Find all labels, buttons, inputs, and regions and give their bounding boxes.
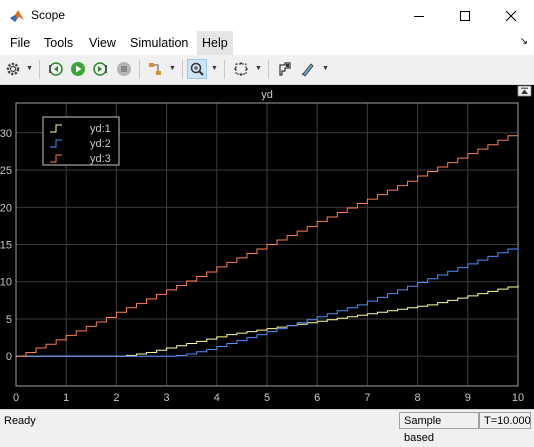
toolbar-separator	[182, 60, 183, 79]
chart-title: yd	[261, 89, 273, 101]
menu-simulation[interactable]: Simulation	[125, 31, 193, 55]
menu-view[interactable]: View	[84, 31, 121, 55]
minimize-icon	[414, 15, 424, 17]
stop-button[interactable]	[114, 59, 134, 79]
chevron-down-icon[interactable]: ▼	[169, 65, 176, 72]
x-tick-label: 1	[63, 392, 69, 404]
style-icon	[301, 63, 314, 77]
legend: yd:1 yd:2 yd:3	[42, 116, 120, 166]
chevron-down-icon[interactable]: ▼	[26, 65, 33, 72]
style-button[interactable]	[298, 59, 318, 79]
toolbar: ▼ ▼ ▼ ▼ ▼	[0, 55, 534, 85]
stop-icon	[117, 62, 131, 76]
simulation-time-indicator: T=10.000	[479, 412, 531, 429]
menu-bar: File Tools View Simulation Help ↘	[0, 31, 534, 55]
run-button[interactable]	[68, 59, 88, 79]
toolbar-separator	[224, 60, 225, 79]
window-title: Scope	[31, 8, 66, 22]
legend-label: yd:3	[90, 153, 111, 165]
legend-label: yd:1	[90, 123, 111, 135]
fit-to-view-button[interactable]	[231, 59, 251, 79]
highlight-icon	[149, 63, 161, 75]
legend-label: yd:2	[90, 138, 111, 150]
cursor-measurements-button[interactable]	[275, 59, 295, 79]
chevron-down-icon[interactable]: ▼	[255, 65, 262, 72]
x-tick-label: 4	[214, 392, 220, 404]
y-tick-label: 5	[6, 314, 12, 326]
highlight-signal-button[interactable]	[145, 59, 165, 79]
x-tick-label: 10	[512, 392, 524, 404]
chevron-down-icon[interactable]: ▼	[211, 65, 218, 72]
y-tick-label: 20	[0, 202, 12, 214]
run-icon	[71, 62, 85, 76]
x-tick-label: 5	[264, 392, 270, 404]
toolbar-separator	[139, 60, 140, 79]
status-bar: Ready Sample based T=10.000	[0, 409, 534, 444]
menu-tools[interactable]: Tools	[39, 31, 78, 55]
maximize-icon	[460, 10, 470, 21]
x-tick-label: 3	[164, 392, 170, 404]
matlab-logo-icon	[10, 10, 24, 22]
menu-file[interactable]: File	[5, 31, 35, 55]
title-bar: Scope	[0, 0, 534, 31]
x-tick-label: 7	[364, 392, 370, 404]
y-tick-label: 0	[6, 351, 12, 363]
y-tick-label: 30	[0, 128, 12, 140]
x-tick-label: 6	[314, 392, 320, 404]
step-back-icon	[49, 62, 63, 76]
zoom-icon	[190, 62, 204, 76]
menu-help[interactable]: Help	[197, 31, 233, 55]
fit-to-view-icon	[234, 62, 248, 76]
dock-arrow-icon[interactable]: ↘	[520, 36, 528, 47]
y-tick-label: 15	[0, 240, 12, 252]
y-tick-label: 10	[0, 277, 12, 289]
close-icon	[505, 10, 517, 21]
scope-display: 0 1 2 3 4 5 6 7 8 9 10 0 5 10 15 20 25 30 yd yd:1 yd:2 yd:3	[0, 85, 534, 409]
step-back-button[interactable]	[45, 59, 65, 79]
gear-icon	[6, 62, 20, 76]
cursor-measurement-icon	[279, 62, 291, 76]
toolbar-separator	[39, 60, 40, 79]
close-button[interactable]	[488, 0, 534, 31]
step-forward-icon	[93, 62, 107, 76]
chevron-down-icon[interactable]: ▼	[322, 65, 329, 72]
zoom-button[interactable]	[187, 59, 207, 79]
sample-mode-indicator: Sample based	[399, 412, 479, 444]
x-tick-label: 0	[13, 392, 19, 404]
x-tick-label: 2	[113, 392, 119, 404]
y-tick-label: 25	[0, 165, 12, 177]
x-tick-label: 9	[465, 392, 471, 404]
toolbar-separator	[268, 60, 269, 79]
step-forward-button[interactable]	[91, 59, 111, 79]
minimize-button[interactable]	[396, 0, 442, 31]
scope-chart: 0 1 2 3 4 5 6 7 8 9 10 0 5 10 15 20 25 30 yd yd:1 yd:2 yd:3	[0, 85, 534, 409]
configuration-button[interactable]	[3, 59, 23, 79]
status-text: Ready	[4, 415, 36, 427]
x-tick-label: 8	[415, 392, 421, 404]
maximize-button[interactable]	[442, 0, 488, 31]
autoscale-button[interactable]	[517, 85, 532, 97]
